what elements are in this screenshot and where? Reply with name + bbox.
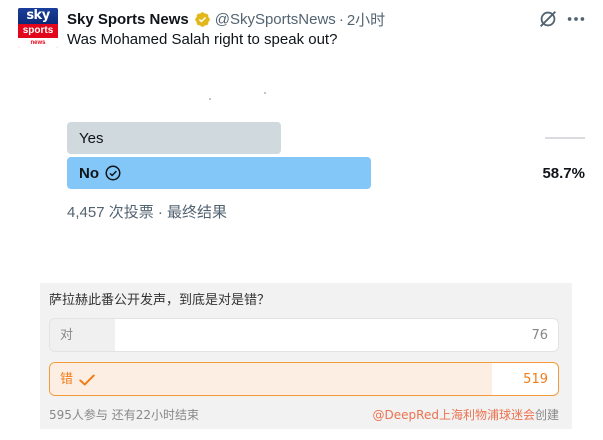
weibo-poll-card: 萨拉赫此番公开发声，到底是对是错？ 对 76 错 519 595人参与 还有22… <box>40 283 572 429</box>
avatar[interactable]: sky sports news <box>18 8 58 48</box>
handle[interactable]: @SkySportsNews <box>215 11 336 28</box>
weibo-poll-creator-line: @DeepRed上海利物浦球迷会创建 <box>373 406 559 423</box>
check-circle-icon <box>105 165 121 181</box>
checkmark-icon <box>79 374 95 386</box>
option-label: 对 <box>60 328 74 343</box>
more-dots-icon[interactable] <box>565 8 587 30</box>
option-label: 错 <box>60 372 74 387</box>
poll-percent-no: 58.7% <box>542 165 585 182</box>
grok-icon[interactable] <box>537 8 559 30</box>
poll-option-label: Yes <box>79 129 104 147</box>
weibo-poll-option-wrong[interactable]: 错 519 <box>49 362 559 396</box>
creator-link[interactable]: @DeepRed上海利物浦球迷会 <box>373 408 535 422</box>
created-suffix: 创建 <box>534 408 559 422</box>
tweet-card: sky sports news Sky Sports News @SkySpor… <box>0 0 603 226</box>
poll-option-label: No <box>79 164 99 182</box>
poll-option-no[interactable]: No <box>67 157 371 189</box>
avatar-news-text: news <box>18 38 58 48</box>
weibo-poll-status: 595人参与 还有22小时结束 <box>49 408 199 422</box>
separator-dot: · <box>338 10 344 28</box>
timestamp[interactable]: 2小时 <box>347 9 385 30</box>
avatar-sky-text: sky <box>18 8 58 24</box>
poll-footer: 4,457 次投票 · 最终结果 <box>67 204 228 221</box>
weibo-poll-title: 萨拉赫此番公开发声，到底是对是错？ <box>49 293 271 308</box>
image-artifact <box>264 92 266 94</box>
weibo-poll-option-right[interactable]: 对 76 <box>49 318 559 352</box>
option-count: 76 <box>531 328 548 343</box>
display-name[interactable]: Sky Sports News <box>67 11 189 28</box>
avatar-sports-text: sports <box>22 25 54 36</box>
tweet-header: Sky Sports News @SkySportsNews · 2小时 <box>67 9 385 29</box>
image-artifact <box>209 98 211 100</box>
poll-option-yes[interactable]: Yes <box>67 122 281 154</box>
yes-percent-smudge <box>545 137 585 139</box>
tweet-question: Was Mohamed Salah right to speak out? <box>67 31 338 48</box>
verified-badge-icon <box>194 11 210 27</box>
option-fill-bar <box>50 363 492 395</box>
option-count: 519 <box>523 372 548 387</box>
